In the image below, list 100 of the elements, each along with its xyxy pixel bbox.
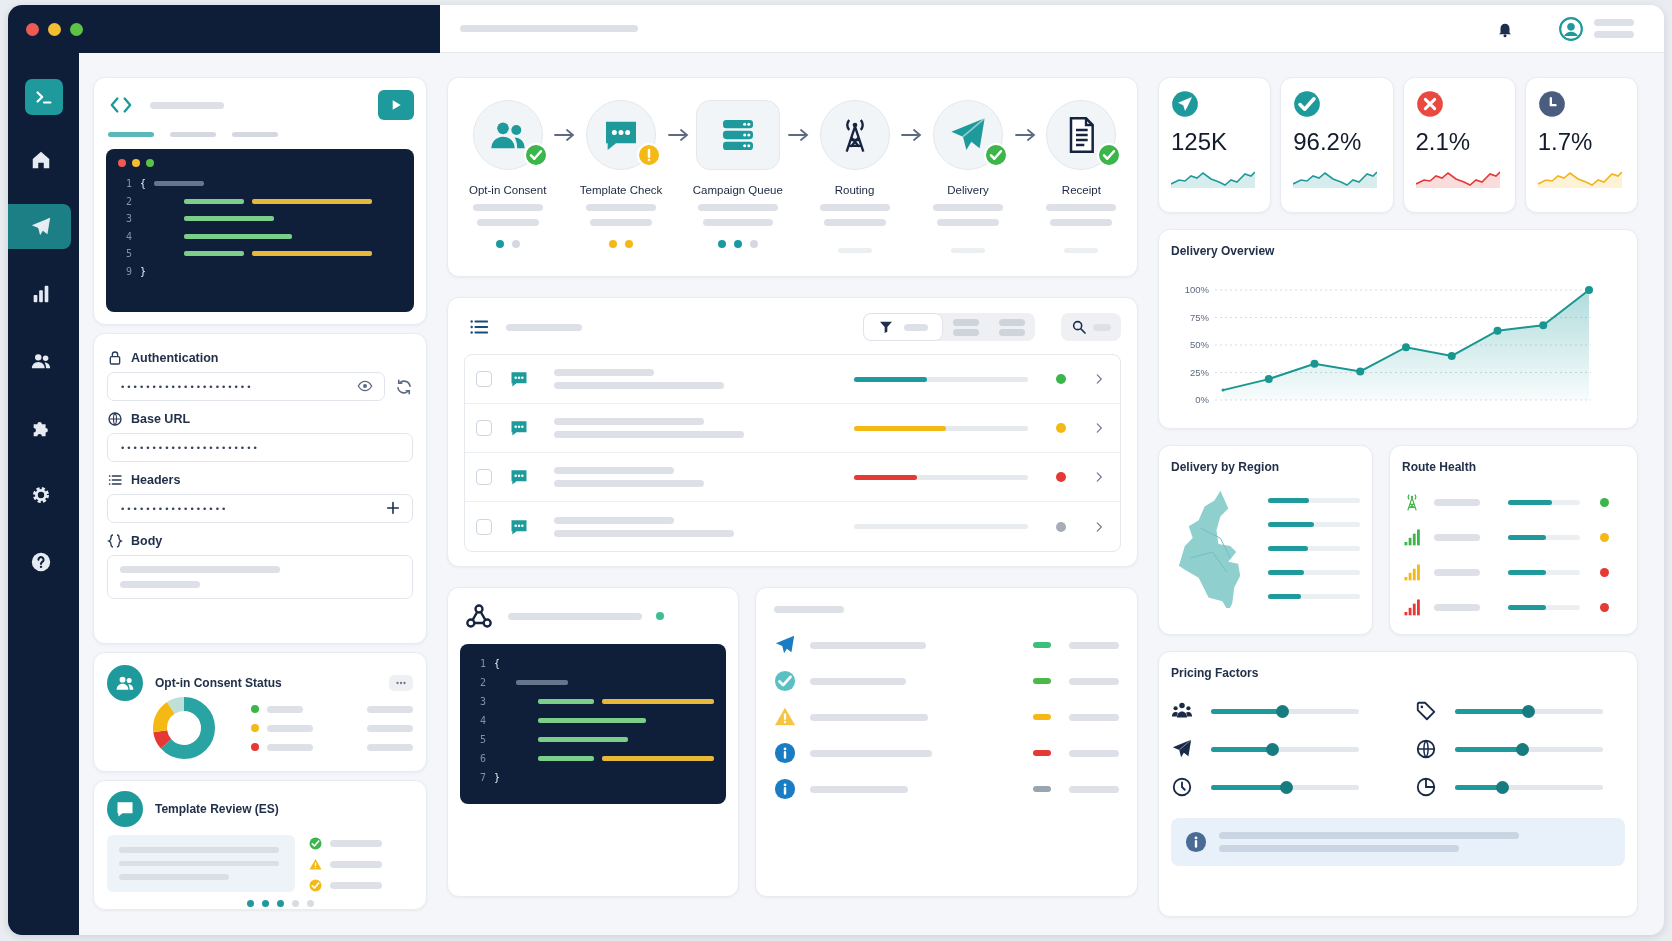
window-dot — [146, 159, 154, 167]
list-icon — [107, 472, 123, 488]
axis-label: 50% — [1190, 339, 1209, 350]
slider-thumb[interactable] — [1521, 704, 1535, 718]
window-control[interactable] — [26, 22, 39, 36]
slider-thumb[interactable] — [1515, 742, 1529, 756]
body-field[interactable] — [107, 555, 413, 599]
line-number: 5 — [124, 248, 132, 260]
signal-icon — [1402, 527, 1422, 547]
data-point — [1539, 321, 1548, 330]
placeholder-bar — [1046, 204, 1117, 211]
axis-label: 25% — [1190, 366, 1209, 378]
run-button[interactable] — [378, 90, 414, 120]
step-label: Template Check — [579, 184, 663, 196]
step-label: Routing — [834, 184, 875, 196]
data-point — [1221, 388, 1225, 392]
field-label: Body — [131, 534, 163, 548]
placeholder-bar — [367, 743, 413, 751]
help-icon — [29, 550, 52, 573]
line-number: 7 — [478, 772, 486, 783]
line-number: 3 — [124, 213, 132, 225]
axis-label: 0% — [1195, 394, 1209, 405]
card-title: Opt-in Consent Status — [155, 676, 282, 690]
placeholder-bar — [330, 861, 382, 868]
line-number: 4 — [124, 230, 132, 242]
arrow-icon — [786, 128, 809, 142]
data-point — [1585, 286, 1593, 294]
eye-icon — [357, 378, 373, 394]
search-button[interactable] — [1061, 313, 1121, 341]
line-number: 1 — [478, 658, 486, 669]
row-checkbox[interactable] — [476, 518, 492, 535]
filter-button[interactable] — [863, 313, 943, 341]
info-icon — [774, 778, 796, 800]
globe-icon — [1415, 738, 1437, 760]
send-icon — [774, 634, 796, 656]
placeholder-bar — [823, 219, 886, 226]
placeholder-bar — [702, 219, 773, 226]
info-icon — [1185, 831, 1207, 853]
line-number: 3 — [478, 696, 486, 707]
line-number: 1 — [124, 178, 132, 190]
filter-icon — [878, 319, 894, 335]
refresh-button[interactable] — [395, 377, 413, 396]
placeholder-bar — [330, 840, 382, 847]
card-title: Delivery by Region — [1171, 460, 1281, 474]
step-label: Receipt — [1061, 184, 1101, 196]
kpi-value: 2.1% — [1415, 128, 1472, 156]
step-label: Delivery — [947, 184, 989, 196]
row-checkbox[interactable] — [476, 420, 492, 436]
password-field[interactable]: ••••••••••••••••••••• — [107, 372, 385, 401]
placeholder-bar — [267, 743, 313, 751]
code-text: { — [494, 658, 501, 669]
placeholder-bar — [932, 204, 1003, 211]
check-icon — [309, 879, 322, 892]
slider-thumb[interactable] — [1280, 780, 1294, 794]
placeholder-bar — [1434, 603, 1480, 611]
line-number: 2 — [124, 195, 132, 207]
card-title: Template Review (ES) — [155, 802, 279, 816]
search-icon — [1071, 319, 1087, 335]
placeholder-bar — [1069, 785, 1119, 793]
window-control[interactable] — [48, 22, 61, 36]
slider-thumb[interactable] — [1265, 742, 1279, 756]
placeholder-bar — [472, 204, 543, 211]
placeholder-bar — [476, 219, 539, 226]
placeholder-bar — [330, 882, 382, 889]
webhook-icon — [464, 602, 494, 630]
placeholder-bar — [1434, 498, 1480, 506]
placeholder-bar — [367, 724, 413, 732]
avatar-icon — [1558, 15, 1584, 42]
code-string — [184, 198, 244, 204]
code-string — [538, 756, 594, 761]
input-field[interactable]: •••••••••••••••••••••• — [107, 433, 413, 462]
placeholder-bar — [1594, 19, 1634, 26]
placeholder-bar — [953, 328, 979, 336]
code-string — [538, 699, 594, 704]
code-text: { — [140, 178, 147, 190]
input-field[interactable]: ••••••••••••••••• — [107, 494, 413, 523]
window-control[interactable] — [70, 22, 83, 36]
row-checkbox[interactable] — [476, 469, 492, 485]
line-number: 4 — [478, 715, 486, 726]
more-button[interactable] — [389, 675, 413, 691]
slider-thumb[interactable] — [1496, 780, 1510, 794]
slider-thumb[interactable] — [1276, 704, 1290, 718]
lock-icon — [107, 350, 123, 366]
masked-code — [516, 680, 568, 685]
line-number: 6 — [478, 753, 486, 764]
pie-icon — [1415, 776, 1437, 798]
row-checkbox[interactable] — [476, 371, 492, 387]
signal-icon — [1402, 562, 1422, 582]
signal-icon — [1402, 597, 1422, 617]
arrow-icon — [666, 128, 689, 142]
placeholder-bar — [774, 606, 844, 613]
check-icon — [774, 670, 796, 692]
plus-icon — [385, 500, 401, 516]
arrow-icon — [553, 128, 576, 142]
line-number: 5 — [478, 734, 486, 745]
code-text: } — [494, 772, 501, 783]
field-label: Authentication — [131, 351, 219, 365]
warning-icon — [774, 706, 796, 728]
code-string — [184, 251, 244, 257]
placeholder-bar — [819, 204, 890, 211]
